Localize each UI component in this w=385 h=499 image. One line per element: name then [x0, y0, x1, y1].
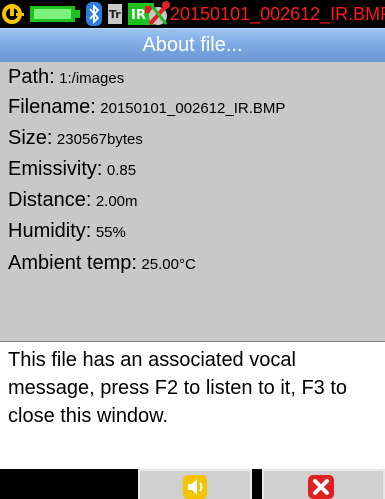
size-label: Size:: [8, 127, 53, 149]
temperature-sensor-icon: Tr: [108, 4, 122, 24]
humidity-label: Humidity:: [8, 220, 92, 242]
battery-icon: [30, 6, 80, 22]
svg-text:IR: IR: [131, 8, 146, 23]
ambient-temp-row: Ambient temp: 25.00°C: [8, 252, 196, 282]
thermometer-logo-icon: [2, 4, 24, 24]
vocal-message-panel: This file has an associated vocal messag…: [0, 341, 385, 469]
svg-text:Tr: Tr: [109, 8, 121, 21]
file-info-panel: Path: 1:/images Filename: 20150101_00261…: [0, 62, 385, 341]
humidity-row: Humidity: 55%: [8, 220, 126, 250]
humidity-value: 55%: [95, 224, 126, 241]
size-value: 230567bytes: [56, 131, 143, 148]
emissivity-value: 0.85: [106, 162, 137, 179]
close-icon: [308, 475, 334, 499]
filename-value: 20150101_002612_IR.BMP: [100, 100, 286, 117]
bluetooth-icon: [86, 2, 102, 26]
close-window-button[interactable]: [262, 469, 385, 499]
emissivity-row: Emissivity: 0.85: [8, 158, 136, 188]
listen-vocal-message-button[interactable]: [138, 469, 252, 499]
status-bar: Tr IR 20150101_002612_IR.BMP: [0, 0, 385, 28]
path-label: Path:: [8, 66, 55, 88]
filename-row: Filename: 20150101_002612_IR.BMP: [8, 96, 285, 126]
size-row: Size: 230567bytes: [8, 127, 143, 157]
path-row: Path: 1:/images: [8, 66, 124, 96]
filename-label: Filename:: [8, 96, 96, 118]
window-title: About file...: [0, 28, 385, 62]
path-value: 1:/images: [59, 70, 125, 87]
softkey-bar: [0, 469, 385, 499]
status-filename: 20150101_002612_IR.BMP: [170, 4, 385, 24]
camera-tools-icon: [148, 1, 170, 26]
distance-label: Distance:: [8, 189, 92, 211]
speaker-icon: [183, 475, 207, 499]
vocal-message-text: This file has an associated vocal messag…: [8, 349, 348, 427]
distance-value: 2.00m: [95, 193, 138, 210]
ambient-temp-label: Ambient temp:: [8, 252, 137, 274]
ambient-temp-value: 25.00°C: [141, 256, 196, 273]
emissivity-label: Emissivity:: [8, 158, 103, 180]
distance-row: Distance: 2.00m: [8, 189, 138, 219]
